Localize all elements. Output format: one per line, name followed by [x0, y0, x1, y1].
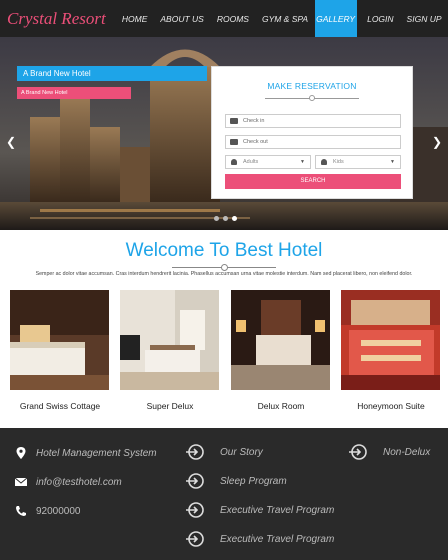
footer-email[interactable]: info@testhotel.com — [15, 476, 122, 488]
footer-email-text: info@testhotel.com — [36, 476, 122, 488]
brand-logo[interactable]: Crystal Resort — [0, 9, 113, 29]
welcome-text: Semper ac dolor vitae accumsan. Cras int… — [35, 271, 413, 277]
nav-sign-up[interactable]: SIGN UP — [400, 0, 448, 37]
nav-gallery[interactable]: GALLERY — [314, 0, 357, 37]
room-name[interactable]: Super Delux — [110, 401, 230, 411]
footer-link-text: Non-Delux — [383, 446, 431, 458]
room-image — [120, 290, 219, 390]
nav-login[interactable]: LOGIN — [361, 0, 400, 37]
footer-link[interactable]: Our Story — [186, 444, 263, 460]
footer-link-text: Sleep Program — [220, 475, 287, 487]
chevron-left-icon[interactable]: ❮ — [6, 135, 16, 149]
checkout-placeholder: Check out — [243, 139, 268, 145]
room-name[interactable]: Delux Room — [221, 401, 341, 411]
checkin-field[interactable]: Check in — [225, 114, 401, 128]
checkout-field[interactable]: Check out — [225, 135, 401, 149]
search-button[interactable]: SEARCH — [225, 174, 401, 189]
room-card-grand-swiss-cottage[interactable] — [10, 290, 109, 390]
slider-dots — [214, 216, 237, 221]
map-marker-icon — [16, 447, 26, 459]
footer-link[interactable]: Sleep Program — [186, 473, 287, 489]
user-icon — [231, 159, 237, 165]
calendar-icon — [230, 139, 238, 145]
footer-name: Hotel Management System — [36, 447, 157, 459]
footer-link-text: Executive Travel Program — [220, 533, 335, 545]
adults-select[interactable]: Adults ▼ — [225, 155, 311, 169]
welcome-title: Welcome To Best Hotel — [125, 240, 323, 261]
nav-home[interactable]: HOME — [115, 0, 154, 37]
kids-value: Kids — [333, 159, 344, 165]
chevron-right-icon[interactable]: ❯ — [432, 135, 442, 149]
room-name[interactable]: Grand Swiss Cottage — [0, 401, 120, 411]
calendar-icon — [230, 118, 238, 124]
room-card-honeymoon-suite[interactable] — [341, 290, 440, 390]
slider-dot-active[interactable] — [232, 216, 237, 221]
caret-down-icon: ▼ — [390, 159, 395, 165]
envelope-icon — [15, 477, 27, 486]
main-nav: HOME ABOUT US ROOMS GYM & SPA GALLERY LO… — [115, 0, 448, 37]
nav-rooms[interactable]: ROOMS — [210, 0, 255, 37]
reservation-form: MAKE RESERVATION Check in Check out Adul… — [211, 66, 413, 199]
footer-phone-text: 92000000 — [36, 505, 81, 517]
room-card-super-delux[interactable] — [120, 290, 219, 390]
divider-ornament — [265, 95, 359, 101]
divider-ornament — [172, 264, 276, 271]
room-image — [231, 290, 330, 390]
footer-link-text: Our Story — [220, 446, 263, 458]
kids-select[interactable]: Kids ▼ — [315, 155, 401, 169]
phone-icon — [16, 506, 26, 516]
footer-address: Hotel Management System — [15, 447, 157, 459]
hero-caption-subtitle: A Brand New Hotel — [17, 87, 131, 99]
top-navbar: Crystal Resort HOME ABOUT US ROOMS GYM &… — [0, 0, 448, 37]
footer-phone[interactable]: 92000000 — [15, 505, 81, 517]
sign-in-icon — [186, 444, 204, 460]
sign-in-icon — [349, 444, 367, 460]
footer-link[interactable]: Non-Delux — [349, 444, 430, 460]
footer-link[interactable]: Executive Travel Program — [186, 531, 334, 547]
sign-in-icon — [186, 502, 204, 518]
room-image — [341, 290, 440, 390]
slider-dot[interactable] — [223, 216, 228, 221]
checkin-placeholder: Check in — [243, 118, 265, 124]
room-card-delux-room[interactable] — [231, 290, 330, 390]
reservation-title: MAKE RESERVATION — [267, 81, 357, 91]
sign-in-icon — [186, 531, 204, 547]
nav-gym-spa[interactable]: GYM & SPA — [255, 0, 314, 37]
nav-about-us[interactable]: ABOUT US — [154, 0, 210, 37]
footer-link[interactable]: Executive Travel Program — [186, 502, 334, 518]
caret-down-icon: ▼ — [300, 159, 305, 165]
adults-value: Adults — [243, 159, 259, 165]
footer: Hotel Management System info@testhotel.c… — [0, 428, 448, 560]
sign-in-icon — [186, 473, 204, 489]
room-name[interactable]: Honeymoon Suite — [331, 401, 448, 411]
footer-link-text: Executive Travel Program — [220, 504, 335, 516]
hero-caption-title: A Brand New Hotel — [17, 66, 207, 81]
slider-dot[interactable] — [214, 216, 219, 221]
users-icon — [321, 159, 327, 165]
room-image — [10, 290, 109, 390]
